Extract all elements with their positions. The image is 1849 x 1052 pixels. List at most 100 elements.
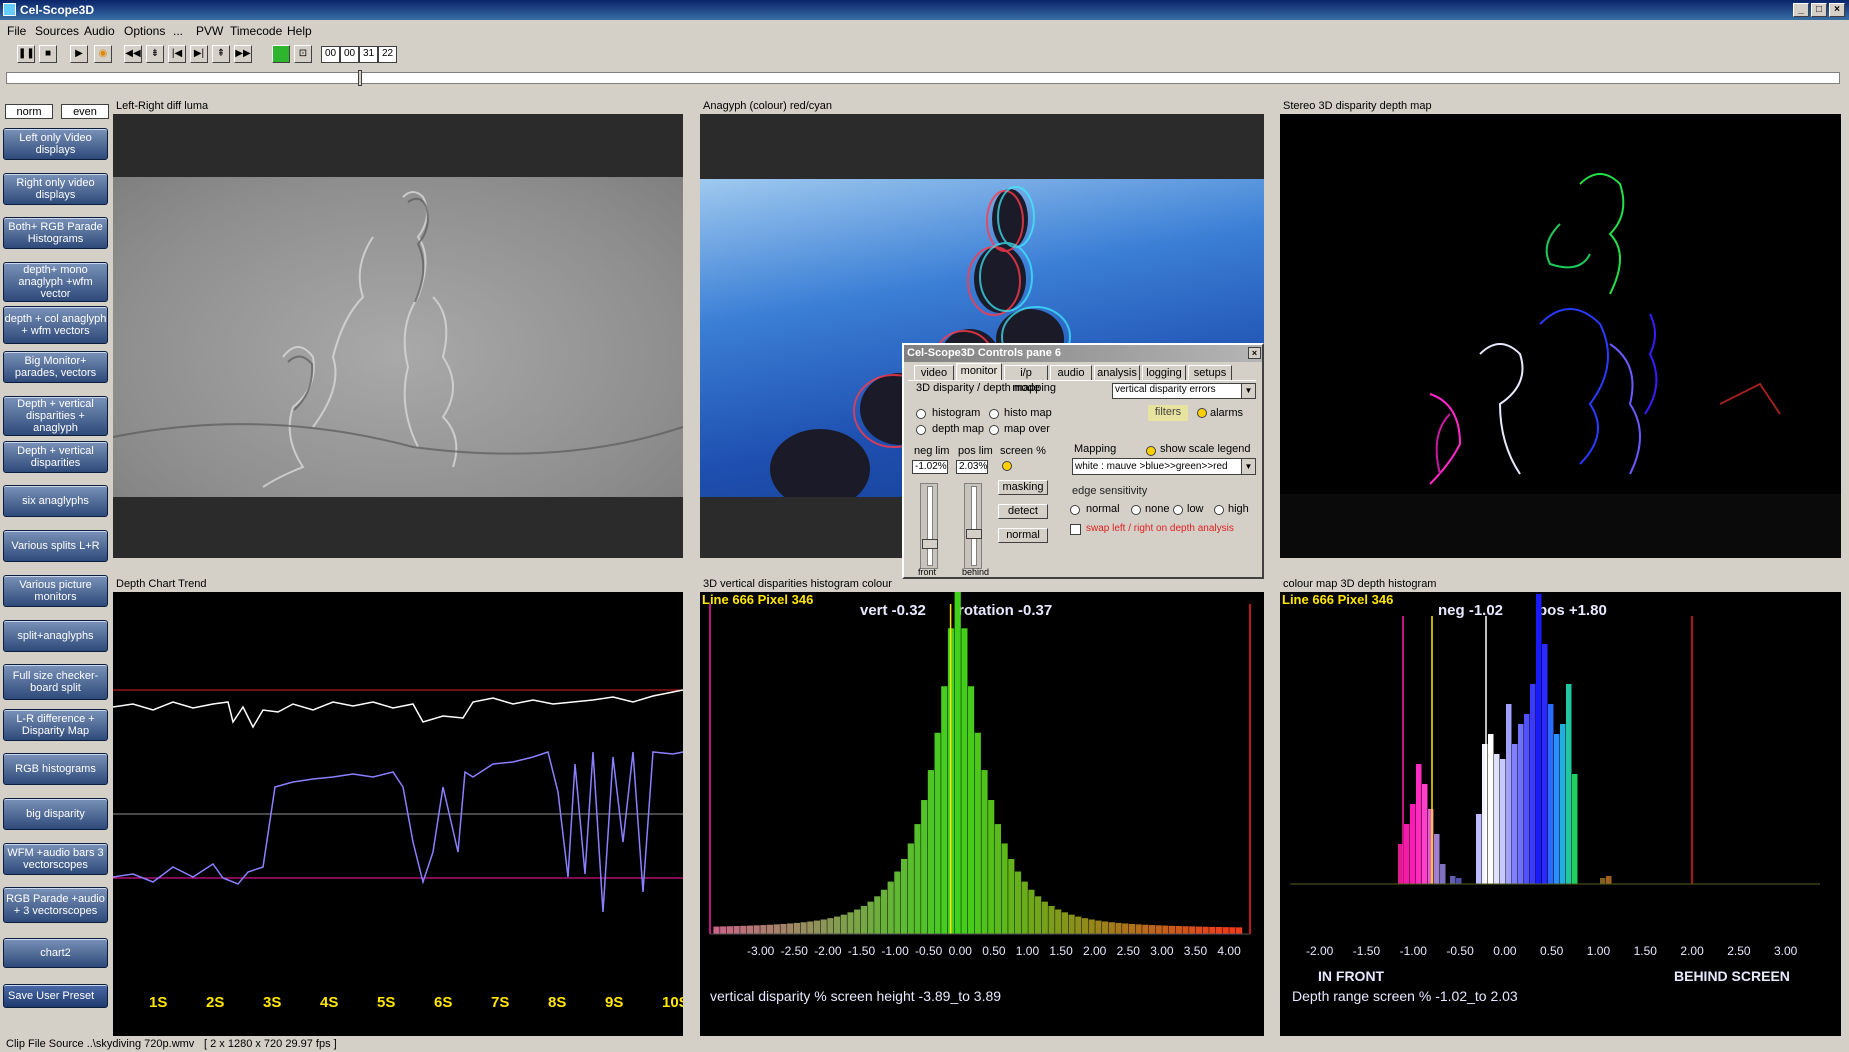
behind-slider[interactable] [964,483,982,569]
tab-analysis[interactable]: analysis [1094,365,1140,381]
pane-depth-trend[interactable]: 1S 2S 3S 4S 5S 6S 7S 8S 9S 10S [113,592,683,1036]
sidebar-preset-button[interactable]: Depth + vertical disparities + anaglyph [3,396,108,436]
dhist-bar [1404,824,1410,884]
swap-checkbox[interactable] [1070,524,1081,535]
chevron-down-icon[interactable]: ▼ [1241,384,1255,398]
sidebar-preset-button[interactable]: Various picture monitors [3,575,108,607]
tab-setups[interactable]: setups [1188,365,1232,381]
sidebar-preset-button[interactable]: Big Monitor+ parades, vectors [3,351,108,383]
edge-high-radio[interactable] [1214,505,1224,515]
dhist-tick-label: -1.00 [1399,944,1427,958]
screen-percent-indicator-icon[interactable] [1002,461,1012,471]
stop-icon[interactable]: ■ [39,45,57,63]
tab-video[interactable]: video [914,365,954,381]
pane-depth-map[interactable] [1280,114,1841,558]
vhist-bar [880,889,888,934]
dhist-bar [1494,754,1500,884]
sidebar-preset-button[interactable]: L-R difference + Disparity Map [3,709,108,741]
sidebar-preset-button[interactable]: big disparity [3,798,108,830]
sidebar-preset-button[interactable]: Depth + vertical disparities [3,441,108,473]
menu-help[interactable]: Help [287,24,312,38]
tab-ip-mode[interactable]: i/p mode [1004,365,1048,394]
edge-normal-radio[interactable] [1070,505,1080,515]
front-slider[interactable] [920,483,938,569]
lock-icon[interactable]: ⊡ [294,45,312,63]
fast-forward-icon[interactable]: ▶▶ [234,45,252,63]
filters-button[interactable]: filters [1148,405,1188,421]
tab-audio[interactable]: audio [1050,365,1092,381]
menu-timecode[interactable]: Timecode [230,24,282,38]
menu-sources[interactable]: Sources [35,24,79,38]
behind-slider-thumb[interactable] [966,529,982,539]
mapping-select[interactable]: white : mauve >blue>>green>>red ▼ [1072,458,1256,475]
radio-histogram[interactable] [916,409,926,419]
seek-thumb[interactable] [358,70,362,86]
sidebar-preset-button[interactable]: Both+ RGB Parade Histograms [3,217,108,249]
step-back-icon[interactable]: ⇟ [146,45,164,63]
pane-depth-histogram[interactable]: Line 666 Pixel 346 neg -1.02 pos +1.80 -… [1280,592,1841,1036]
radio-histo-map[interactable] [989,409,999,419]
mode-select[interactable]: vertical disparity errors ▼ [1112,383,1256,399]
neg-lim-input[interactable]: -1.02% [912,460,948,474]
sidebar-preset-button[interactable]: Various splits L+R [3,530,108,562]
radio-depth-map[interactable] [916,425,926,435]
vhist-bar [1115,922,1122,934]
sidebar-preset-button[interactable]: Right only video displays [3,173,108,205]
vhist-bar [827,918,834,934]
alarms-indicator-icon[interactable] [1197,408,1207,418]
detect-button[interactable]: detect [998,504,1048,519]
sidebar-preset-button[interactable]: depth + col anaglyph + wfm vectors [3,306,108,344]
sidebar-preset-button[interactable]: depth+ mono anaglyph +wfm vector [3,262,108,302]
edge-low-radio[interactable] [1173,505,1183,515]
masking-button[interactable]: masking [998,480,1048,495]
normal-button[interactable]: normal [998,528,1048,543]
show-scale-label: show scale legend [1160,443,1251,455]
seek-bar[interactable] [6,72,1840,84]
sidebar-preset-button[interactable]: RGB histograms [3,753,108,785]
front-slider-thumb[interactable] [922,539,938,549]
vhist-bar [1081,918,1089,934]
menu-options[interactable]: Options [124,24,165,38]
pane-vertical-histogram[interactable]: Line 666 Pixel 346 vert -0.32 rotation -… [700,592,1264,1036]
tab-logging[interactable]: logging [1142,365,1186,381]
vhist-bar [807,921,814,934]
sidebar-preset-button[interactable]: split+anaglyphs [3,620,108,652]
green-mode-icon[interactable] [272,45,290,63]
menu-file[interactable]: File [7,24,26,38]
minimize-button[interactable]: _ [1793,3,1809,17]
vhist-bar [968,686,975,934]
even-field[interactable]: even [61,104,109,119]
dialog-title-bar[interactable]: Cel-Scope3D Controls pane 6 × [904,345,1262,362]
pane-lr-diff[interactable] [113,114,683,558]
show-scale-indicator-icon[interactable] [1146,446,1156,456]
frame-back-icon[interactable]: |◀ [168,45,186,63]
close-button[interactable]: × [1829,3,1845,17]
play-icon[interactable]: ▶ [70,45,88,63]
sidebar-preset-button[interactable]: Save User Preset [3,984,108,1008]
record-icon[interactable]: ◉ [94,45,112,63]
tab-monitor[interactable]: monitor [956,363,1002,381]
sidebar-preset-button[interactable]: WFM +audio bars 3 vectorscopes [3,843,108,875]
edge-none-radio[interactable] [1131,505,1141,515]
chevron-down-icon[interactable]: ▼ [1241,459,1255,474]
menu-more[interactable]: ... [173,24,183,38]
norm-field[interactable]: norm [5,104,53,119]
pause-icon[interactable]: ❚❚ [17,45,35,63]
sidebar-preset-button[interactable]: chart2 [3,938,108,968]
frame-forward-icon[interactable]: ▶| [190,45,208,63]
rewind-icon[interactable]: ◀◀ [124,45,142,63]
sidebar-preset-button[interactable]: six anaglyphs [3,485,108,517]
vhist-bar [954,592,961,934]
sidebar-preset-button[interactable]: RGB Parade +audio + 3 vectorscopes [3,887,108,923]
pane-title-depth-map: Stereo 3D disparity depth map [1283,100,1432,112]
sidebar-preset-button[interactable]: Left only Video displays [3,128,108,160]
sidebar-preset-button[interactable]: Full size checker-board split [3,664,108,700]
dhist-bar [1536,594,1542,884]
menu-pvw[interactable]: PVW [196,24,223,38]
pos-lim-input[interactable]: 2.03% [956,460,988,474]
menu-audio[interactable]: Audio [84,24,115,38]
radio-map-over[interactable] [989,425,999,435]
dialog-close-icon[interactable]: × [1248,347,1261,359]
maximize-button[interactable]: □ [1811,3,1827,17]
step-forward-icon[interactable]: ⇞ [212,45,230,63]
